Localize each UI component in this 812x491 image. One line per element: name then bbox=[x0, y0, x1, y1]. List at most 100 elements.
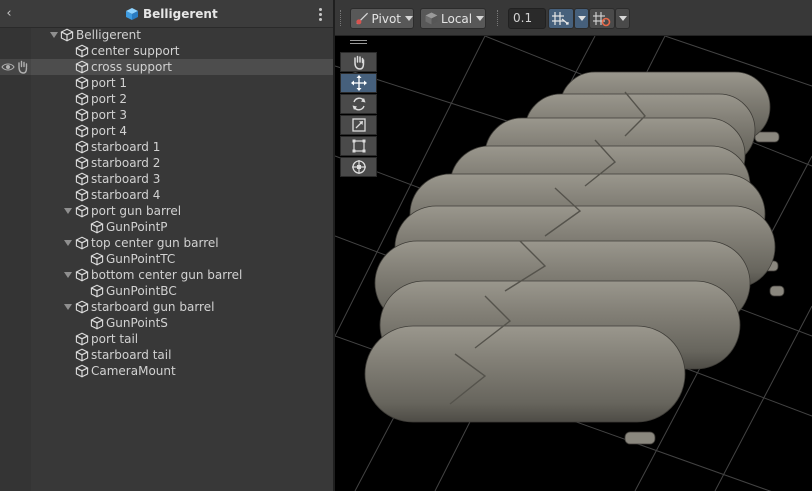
hierarchy-row[interactable]: starboard 4 bbox=[0, 187, 333, 203]
hierarchy-row[interactable]: center support bbox=[0, 43, 333, 59]
gameobject-cube-icon bbox=[75, 140, 89, 154]
space-dropdown[interactable]: Local bbox=[420, 8, 486, 29]
chevron-down-icon bbox=[578, 16, 586, 21]
hand-tool-button[interactable] bbox=[340, 52, 377, 72]
hierarchy-row[interactable]: cross support bbox=[0, 59, 333, 75]
hierarchy-row-label: port 1 bbox=[91, 76, 128, 90]
grid-snap-icon bbox=[552, 12, 569, 25]
ship-model bbox=[364, 71, 785, 445]
gameobject-cube-icon bbox=[75, 300, 89, 314]
chevron-down-icon bbox=[619, 16, 627, 21]
hierarchy-row[interactable]: GunPointBC bbox=[0, 283, 333, 299]
toolbar-drag-handle[interactable] bbox=[497, 10, 499, 26]
hierarchy-row-label: starboard tail bbox=[91, 348, 172, 362]
prefab-cube-icon bbox=[126, 8, 138, 20]
pivot-icon bbox=[356, 12, 369, 25]
kebab-menu-icon[interactable] bbox=[314, 5, 326, 23]
hierarchy-row-label: starboard 1 bbox=[91, 140, 161, 154]
hierarchy-row[interactable]: starboard 1 bbox=[0, 139, 333, 155]
hierarchy-row[interactable]: starboard gun barrel bbox=[0, 299, 333, 315]
grid-snap-dropdown[interactable] bbox=[574, 8, 589, 29]
pick-hand-icon[interactable] bbox=[16, 60, 29, 74]
grid-snap-toggle[interactable] bbox=[548, 8, 574, 29]
gameobject-cube-icon bbox=[75, 172, 89, 186]
gameobject-cube-icon bbox=[75, 124, 89, 138]
gameobject-cube-icon bbox=[75, 204, 89, 218]
increment-snap-dropdown[interactable] bbox=[615, 8, 630, 29]
eye-icon[interactable] bbox=[1, 60, 15, 74]
transform-tool-button[interactable] bbox=[340, 157, 377, 177]
hierarchy-row-label: port gun barrel bbox=[91, 204, 182, 218]
chevron-down-icon bbox=[476, 16, 485, 21]
pivot-label: Pivot bbox=[371, 11, 401, 26]
hierarchy-row-label: GunPointP bbox=[106, 220, 168, 234]
foldout-arrow-icon[interactable] bbox=[62, 235, 74, 251]
gameobject-cube-icon bbox=[90, 220, 104, 234]
gameobject-cube-icon bbox=[75, 92, 89, 106]
rect-tool-button[interactable] bbox=[340, 136, 377, 156]
foldout-arrow-icon[interactable] bbox=[62, 203, 74, 219]
hierarchy-row[interactable]: port 2 bbox=[0, 91, 333, 107]
rect-transform-icon bbox=[352, 139, 365, 153]
gameobject-cube-icon bbox=[75, 268, 89, 282]
hierarchy-row[interactable]: port 3 bbox=[0, 107, 333, 123]
hierarchy-row[interactable]: CameraMount bbox=[0, 363, 333, 379]
hierarchy-row-label: starboard 3 bbox=[91, 172, 161, 186]
gameobject-cube-icon bbox=[90, 252, 104, 266]
hierarchy-row[interactable]: starboard 2 bbox=[0, 155, 333, 171]
hierarchy-tree: Belligerent center support cross support po… bbox=[0, 27, 333, 379]
hierarchy-row[interactable]: GunPointTC bbox=[0, 251, 333, 267]
hierarchy-row-label: starboard gun barrel bbox=[91, 300, 215, 314]
rotate-icon bbox=[352, 97, 365, 111]
hierarchy-row[interactable]: GunPointP bbox=[0, 219, 333, 235]
hierarchy-row[interactable]: GunPointS bbox=[0, 315, 333, 331]
gameobject-cube-icon bbox=[75, 76, 89, 90]
gameobject-cube-icon bbox=[75, 236, 89, 250]
scene-view[interactable]: Pivot Local 0.1 bbox=[335, 0, 812, 491]
hierarchy-row[interactable]: bottom center gun barrel bbox=[0, 267, 333, 283]
gameobject-cube-icon bbox=[75, 60, 89, 74]
move-icon bbox=[350, 75, 367, 91]
rotate-tool-button[interactable] bbox=[340, 94, 377, 114]
hierarchy-title-bar[interactable]: Belligerent bbox=[125, 5, 218, 23]
hierarchy-row-label: CameraMount bbox=[91, 364, 176, 378]
snap-increment-field[interactable]: 0.1 bbox=[508, 8, 546, 29]
hierarchy-header: ‹ Belligerent bbox=[0, 0, 333, 28]
gameobject-cube-icon bbox=[75, 156, 89, 170]
chevron-left-icon[interactable]: ‹ bbox=[2, 5, 16, 23]
pivot-dropdown[interactable]: Pivot bbox=[350, 8, 414, 29]
hierarchy-row[interactable]: port tail bbox=[0, 331, 333, 347]
hierarchy-title: Belligerent bbox=[143, 7, 218, 21]
hierarchy-row-label: cross support bbox=[91, 60, 172, 74]
hierarchy-row-label: GunPointBC bbox=[106, 284, 177, 298]
gameobject-cube-icon bbox=[75, 332, 89, 346]
hierarchy-row-label: top center gun barrel bbox=[91, 236, 219, 250]
hierarchy-row[interactable]: top center gun barrel bbox=[0, 235, 333, 251]
hierarchy-row[interactable]: Belligerent bbox=[0, 27, 333, 43]
scene-toolbar: Pivot Local 0.1 bbox=[335, 0, 812, 36]
hierarchy-row[interactable]: port 4 bbox=[0, 123, 333, 139]
toolbar-drag-handle[interactable] bbox=[340, 10, 342, 26]
hierarchy-row-label: GunPointS bbox=[106, 316, 168, 330]
space-label: Local bbox=[441, 11, 473, 26]
scale-icon bbox=[351, 118, 366, 132]
increment-snap-icon bbox=[593, 12, 611, 27]
increment-snap-toggle[interactable] bbox=[589, 8, 615, 29]
foldout-arrow-icon[interactable] bbox=[62, 267, 74, 283]
hierarchy-row[interactable]: port gun barrel bbox=[0, 203, 333, 219]
move-tool-button[interactable] bbox=[340, 73, 377, 93]
gameobject-cube-icon bbox=[60, 28, 74, 42]
hierarchy-panel: ‹ Belligerent Belligerent center support c… bbox=[0, 0, 333, 491]
foldout-arrow-icon[interactable] bbox=[48, 27, 60, 43]
hierarchy-row[interactable]: port 1 bbox=[0, 75, 333, 91]
gameobject-cube-icon bbox=[90, 316, 104, 330]
tool-strip-drag-handle[interactable] bbox=[350, 40, 367, 46]
scale-tool-button[interactable] bbox=[340, 115, 377, 135]
hierarchy-row[interactable]: starboard tail bbox=[0, 347, 333, 363]
scene-viewport[interactable] bbox=[335, 36, 812, 491]
hierarchy-row-label: port tail bbox=[91, 332, 139, 346]
hierarchy-row[interactable]: starboard 3 bbox=[0, 171, 333, 187]
gameobject-cube-icon bbox=[75, 108, 89, 122]
gameobject-cube-icon bbox=[75, 364, 89, 378]
foldout-arrow-icon[interactable] bbox=[62, 299, 74, 315]
